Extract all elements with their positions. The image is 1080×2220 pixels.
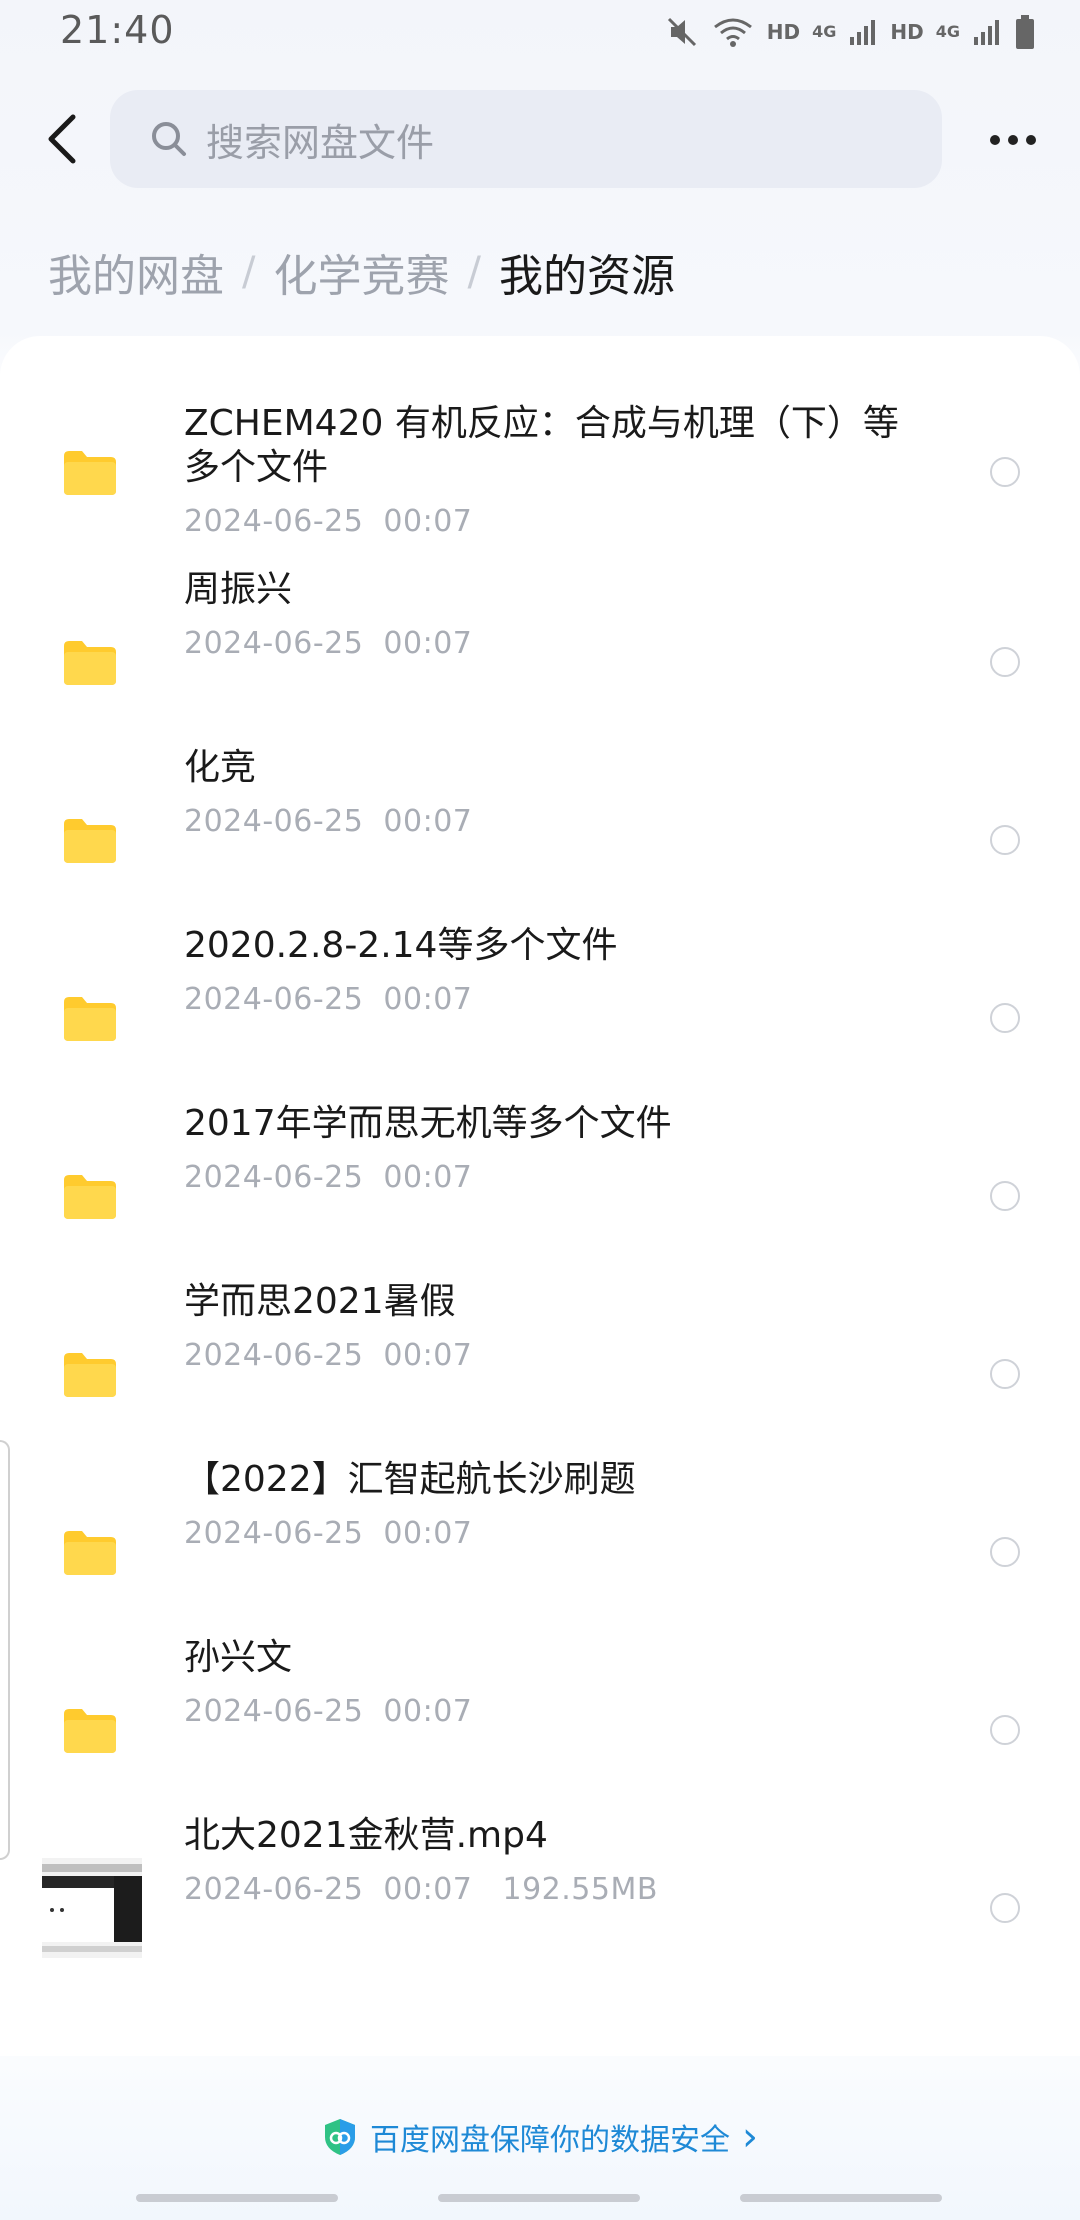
breadcrumb-separator: / [242,249,256,295]
select-radio[interactable] [990,457,1020,487]
select-radio[interactable] [990,647,1020,677]
select-radio[interactable] [990,825,1020,855]
signal-icon-2 [974,20,999,45]
file-row[interactable]: 孙兴文 2024-06-25 00:07 [0,1637,1080,1822]
file-row[interactable]: 化竞 2024-06-25 00:07 [0,747,1080,932]
mute-icon [667,17,696,47]
search-icon [152,122,186,156]
file-row[interactable]: 2020.2.8-2.14等多个文件 2024-06-25 00:07 [0,925,1080,1110]
status-time: 21:40 [60,8,175,52]
shield-icon [325,2119,355,2155]
more-options-button[interactable] [978,110,1048,170]
file-meta: 2024-06-25 00:07 [184,1516,473,1551]
file-row[interactable]: 北大2021金秋营.mp4 2024-06-25 00:07 192.55MB [0,1815,1080,2000]
file-row[interactable]: ZCHEM420 有机反应：合成与机理（下）等多个文件 2024-06-25 0… [0,336,1080,539]
back-button[interactable] [30,106,96,172]
breadcrumb: 我的网盘 / 化学竞赛 / 我的资源 [48,240,675,304]
breadcrumb-item-current: 我的资源 [498,251,675,302]
file-meta: 2024-06-25 00:07 [184,504,473,539]
file-meta: 2024-06-25 00:07 [184,1694,473,1729]
nav-indicator-left[interactable] [136,2194,338,2202]
file-row[interactable]: 【2022】汇智起航长沙刷题 2024-06-25 00:07 [0,1459,1080,1644]
folder-icon [64,1709,116,1753]
folder-icon [64,641,116,685]
folder-icon [64,1531,116,1575]
file-meta: 2024-06-25 00:07 [184,982,473,1017]
file-meta: 2024-06-25 00:07 [184,804,473,839]
breadcrumb-item-root[interactable]: 我的网盘 [48,240,224,304]
navigation-bar [0,2194,1080,2204]
select-radio[interactable] [990,1359,1020,1389]
file-name: 北大2021金秋营.mp4 [184,1815,548,1856]
select-radio[interactable] [990,1181,1020,1211]
folder-icon [64,997,116,1041]
file-meta: 2024-06-25 00:07 [184,1338,473,1373]
edge-swipe-handle[interactable] [0,1440,10,1860]
nav-indicator-right[interactable] [740,2194,942,2202]
file-name: 化竞 [184,747,257,788]
search-placeholder: 搜索网盘文件 [206,120,435,165]
file-row[interactable]: 周振兴 2024-06-25 00:07 [0,569,1080,754]
file-meta: 2024-06-25 00:07 192.55MB [184,1872,658,1907]
header: 搜索网盘文件 [0,88,1080,192]
file-meta: 2024-06-25 00:07 [184,626,473,661]
security-notice[interactable]: 百度网盘保障你的数据安全 › [0,2114,1080,2160]
battery-icon [1016,15,1034,49]
file-name: 学而思2021暑假 [184,1281,456,1322]
network-type-2: 4G [935,22,960,41]
signal-icon-1 [850,20,876,45]
file-row[interactable]: 学而思2021暑假 2024-06-25 00:07 [0,1281,1080,1466]
wifi-icon [713,18,752,47]
select-radio[interactable] [990,1893,1020,1923]
chevron-right-icon: › [742,2114,758,2160]
file-name: 孙兴文 [184,1637,293,1678]
breadcrumb-item-chemistry[interactable]: 化学竞赛 [273,240,449,304]
select-radio[interactable] [990,1715,1020,1745]
file-name: 【2022】汇智起航长沙刷题 [184,1459,636,1500]
security-notice-text: 百度网盘保障你的数据安全 [370,2123,730,2158]
video-thumbnail [42,1858,142,1958]
status-icons: HD 4G HD 4G [665,10,1036,54]
more-dot-icon [1026,135,1036,145]
file-meta: 2024-06-25 00:07 [184,1160,473,1195]
video-thumbnail-image [42,1858,142,1958]
file-name: 2017年学而思无机等多个文件 [184,1103,672,1144]
folder-icon [64,1175,116,1219]
back-arrow-icon [48,114,76,164]
search-input[interactable]: 搜索网盘文件 [110,90,942,188]
hd-label-2: HD [890,20,924,44]
folder-icon [64,819,116,863]
select-radio[interactable] [990,1003,1020,1033]
network-type-1: 4G [812,22,837,41]
select-radio[interactable] [990,1537,1020,1567]
folder-icon [64,1353,116,1397]
nav-indicator-center[interactable] [438,2194,640,2202]
status-bar: 21:40 HD 4G HD 4G [0,0,1080,66]
hd-label-1: HD [766,20,801,44]
folder-icon [64,451,116,495]
file-name: 2020.2.8-2.14等多个文件 [184,925,618,966]
more-dot-icon [990,135,1000,145]
file-name: 周振兴 [184,569,293,610]
file-list: ZCHEM420 有机反应：合成与机理（下）等多个文件 2024-06-25 0… [0,336,1080,2056]
breadcrumb-separator: / [467,249,481,295]
file-row[interactable]: 2017年学而思无机等多个文件 2024-06-25 00:07 [0,1103,1080,1288]
file-name: ZCHEM420 有机反应：合成与机理（下）等多个文件 [184,403,899,488]
more-dot-icon [1008,135,1018,145]
